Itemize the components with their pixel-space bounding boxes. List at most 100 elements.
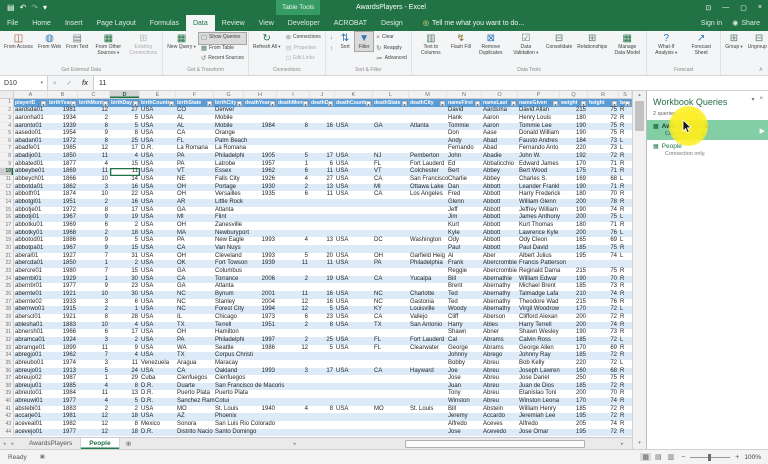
cell-D42[interactable]: 18: [110, 413, 140, 421]
sheet-tab-people[interactable]: People: [81, 438, 120, 449]
query-item-awardsplayers[interactable]: ▦ AwardsPlayers Connection only. ▶: [647, 120, 768, 140]
cell-E44[interactable]: D.R.: [140, 429, 176, 437]
cell-O8[interactable]: Abadie: [482, 153, 518, 161]
cell-G31[interactable]: Hamilton: [214, 329, 244, 337]
cell-B18[interactable]: 1968: [48, 230, 78, 238]
cell-D35[interactable]: 11: [110, 360, 140, 368]
cell-B11[interactable]: 1866: [48, 176, 78, 184]
cell-E41[interactable]: USA: [140, 406, 176, 414]
pane-close-icon[interactable]: ×: [759, 96, 763, 103]
cell-Q19[interactable]: 165: [560, 237, 588, 245]
insert-function-icon[interactable]: fx: [82, 80, 88, 87]
cell-S33[interactable]: R: [619, 345, 632, 353]
cell-R25[interactable]: 73: [588, 283, 619, 291]
cell-C20[interactable]: 9: [78, 245, 110, 253]
cell-K18[interactable]: [335, 230, 373, 238]
cell-P26[interactable]: Talmadge Lafa: [518, 291, 560, 299]
cell-A22[interactable]: abercda01: [14, 260, 48, 268]
cell-B38[interactable]: 1985: [48, 383, 78, 391]
cell-G11[interactable]: Falls City: [214, 176, 244, 184]
cell-J16[interactable]: [310, 214, 335, 222]
cell-N43[interactable]: Alfredo: [447, 421, 482, 429]
cell-I31[interactable]: [277, 329, 310, 337]
cell-A10[interactable]: abbeybe01: [14, 168, 48, 176]
cell-J6[interactable]: [310, 138, 335, 146]
row-header-34[interactable]: 34: [0, 352, 14, 360]
cell-N37[interactable]: Jose: [447, 375, 482, 383]
cell-K27[interactable]: USA: [335, 299, 373, 307]
cell-D20[interactable]: 15: [110, 245, 140, 253]
cell-E14[interactable]: USA: [140, 199, 176, 207]
cell-M19[interactable]: Washington: [409, 237, 447, 245]
cell-R35[interactable]: 72: [588, 360, 619, 368]
button-data-validation[interactable]: ☑ Data Validation ▾: [509, 32, 543, 57]
cell-M33[interactable]: Clearwater: [409, 345, 447, 353]
cell-D40[interactable]: 5: [110, 398, 140, 406]
cell-H37[interactable]: [244, 375, 277, 383]
cell-A9[interactable]: abbated01: [14, 161, 48, 169]
namebox-dropdown-icon[interactable]: ▾: [40, 80, 43, 86]
cell-N3[interactable]: Hank: [447, 115, 482, 123]
cell-Q6[interactable]: 184: [560, 138, 588, 146]
cell-F22[interactable]: OK: [176, 260, 214, 268]
cell-H25[interactable]: [244, 283, 277, 291]
cell-P7[interactable]: Fernando Anto: [518, 145, 560, 153]
cell-O43[interactable]: Aceves: [482, 421, 518, 429]
cell-E12[interactable]: USA: [140, 184, 176, 192]
cell-D26[interactable]: 30: [110, 291, 140, 299]
cell-B6[interactable]: 1972: [48, 138, 78, 146]
row-header-20[interactable]: 20: [0, 245, 14, 253]
cell-R27[interactable]: 76: [588, 299, 619, 307]
cell-P37[interactable]: Jose Dariel: [518, 375, 560, 383]
cell-S10[interactable]: R: [619, 168, 632, 176]
cell-M37[interactable]: [409, 375, 447, 383]
button-reapply[interactable]: ↻ Reapply: [374, 44, 409, 55]
cell-K10[interactable]: USA: [335, 168, 373, 176]
redo-icon[interactable]: ↷: [31, 0, 38, 15]
cell-C3[interactable]: 2: [78, 115, 110, 123]
cell-A6[interactable]: abadan01: [14, 138, 48, 146]
cell-R20[interactable]: 75: [588, 245, 619, 253]
row-header-1[interactable]: 1: [0, 99, 14, 108]
cell-J33[interactable]: 5: [310, 345, 335, 353]
cell-Q8[interactable]: 192: [560, 153, 588, 161]
cell-H15[interactable]: [244, 207, 277, 215]
cell-S11[interactable]: L: [619, 176, 632, 184]
view-layout-icon[interactable]: ▤: [653, 453, 664, 461]
cell-O13[interactable]: Abbott: [482, 191, 518, 199]
cell-L36[interactable]: CA: [373, 368, 409, 376]
button-relationships[interactable]: ⊞ Relationships: [575, 32, 609, 51]
column-header-Q[interactable]: Q: [560, 91, 588, 98]
cell-Q36[interactable]: 160: [560, 368, 588, 376]
cell-N19[interactable]: Ody: [447, 237, 482, 245]
cell-I8[interactable]: 5: [277, 153, 310, 161]
cell-F36[interactable]: CA: [176, 368, 214, 376]
cell-E9[interactable]: USA: [140, 161, 176, 169]
cell-A44[interactable]: acevejo01: [14, 429, 48, 437]
cell-K2[interactable]: [335, 107, 373, 115]
cell-R40[interactable]: 74: [588, 398, 619, 406]
cell-S23[interactable]: R: [619, 268, 632, 276]
cell-D38[interactable]: 8: [110, 383, 140, 391]
cell-L8[interactable]: NJ: [373, 153, 409, 161]
cell-J13[interactable]: 11: [310, 191, 335, 199]
cell-M3[interactable]: [409, 115, 447, 123]
row-header-27[interactable]: 27: [0, 298, 14, 307]
cell-J20[interactable]: [310, 245, 335, 253]
query-item-people[interactable]: ▦ People Connection only.: [647, 140, 768, 160]
cell-M25[interactable]: [409, 283, 447, 291]
cell-D2[interactable]: 27: [110, 107, 140, 115]
cell-J44[interactable]: [310, 429, 335, 437]
tab-file[interactable]: File: [0, 15, 25, 31]
cell-H39[interactable]: [244, 390, 277, 398]
row-header-36[interactable]: 36: [0, 367, 14, 376]
cell-J8[interactable]: 17: [310, 153, 335, 161]
cell-I24[interactable]: 2: [277, 276, 310, 284]
cell-Q27[interactable]: 215: [560, 299, 588, 307]
cell-M31[interactable]: [409, 329, 447, 337]
cell-L22[interactable]: PA: [373, 260, 409, 268]
cell-P15[interactable]: Jeffrey William: [518, 207, 560, 215]
cell-G10[interactable]: Essex: [214, 168, 244, 176]
cell-N11[interactable]: Charlie: [447, 176, 482, 184]
zoom-level[interactable]: 100%: [744, 454, 761, 461]
